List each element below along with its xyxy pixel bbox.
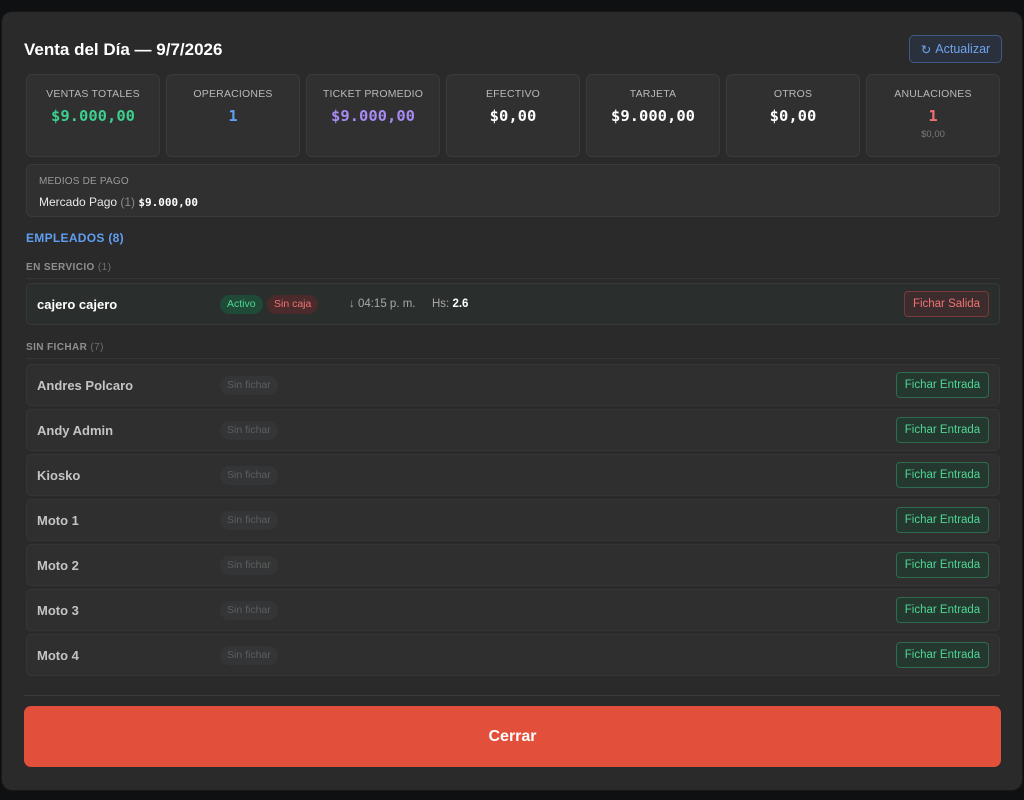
- hours-worked: Hs: 2.6: [432, 298, 468, 310]
- employee-name: Moto 2: [37, 558, 79, 573]
- clock-in-button[interactable]: Fichar Entrada: [896, 552, 989, 578]
- section-divider: [26, 278, 1000, 279]
- stat-total-sales: VENTAS TOTALES $9.000,00: [26, 74, 160, 157]
- stat-label: OPERACIONES: [193, 88, 273, 100]
- close-button[interactable]: Cerrar: [24, 706, 1001, 767]
- employee-row: Moto 2 Sin fichar Fichar Entrada: [26, 544, 1000, 586]
- employee-row: Andy Admin Sin fichar Fichar Entrada: [26, 409, 1000, 451]
- employees-heading: EMPLEADOS (8): [26, 231, 124, 245]
- employee-name: Moto 3: [37, 603, 79, 618]
- modal-header: Venta del Día — 9/7/2026 ↻ Actualizar: [24, 34, 1002, 64]
- stat-label: EFECTIVO: [485, 88, 541, 100]
- in-service-count: (1): [97, 262, 112, 273]
- refresh-label: Actualizar: [935, 42, 991, 56]
- footer-divider: [24, 695, 1000, 696]
- clock-in-button[interactable]: Fichar Entrada: [896, 507, 989, 533]
- clock-out-button[interactable]: Fichar Salida: [904, 291, 989, 317]
- stat-average-ticket: TICKET PROMEDIO $9.000,00: [306, 74, 440, 157]
- clock-in-button[interactable]: Fichar Entrada: [896, 642, 989, 668]
- stat-value: 1: [928, 107, 938, 125]
- clock-in-button[interactable]: Fichar Entrada: [896, 372, 989, 398]
- stat-operations: OPERACIONES 1: [166, 74, 300, 157]
- employee-row: Moto 1 Sin fichar Fichar Entrada: [26, 499, 1000, 541]
- status-badge-active: Activo: [220, 295, 263, 314]
- status-badge-not-clocked: Sin fichar: [220, 511, 278, 530]
- status-badge-not-clocked: Sin fichar: [220, 376, 278, 395]
- clock-in-button[interactable]: Fichar Entrada: [896, 462, 989, 488]
- stat-value: $9.000,00: [611, 107, 695, 125]
- status-badge-not-clocked: Sin fichar: [220, 601, 278, 620]
- stat-label: ANULACIONES: [894, 88, 972, 100]
- employee-name: Kiosko: [37, 468, 81, 483]
- modal-title: Venta del Día — 9/7/2026: [24, 40, 223, 59]
- employee-name: cajero cajero: [37, 297, 118, 312]
- payment-method-line: Mercado Pago (1) $9.000,00: [39, 195, 987, 209]
- payment-method-amount: $9.000,00: [138, 196, 199, 209]
- stats-row: VENTAS TOTALES $9.000,00 OPERACIONES 1 T…: [26, 74, 1000, 169]
- status-badge-not-clocked: Sin fichar: [220, 466, 278, 485]
- daily-sales-modal: Venta del Día — 9/7/2026 ↻ Actualizar VE…: [2, 12, 1022, 790]
- stat-cancellations: ANULACIONES 1 $0,00: [866, 74, 1000, 157]
- payment-method-name: Mercado Pago: [39, 195, 118, 209]
- not-clocked-section-label: SIN FICHAR (7): [26, 342, 104, 353]
- status-badge-not-clocked: Sin fichar: [220, 556, 278, 575]
- clock-in-button[interactable]: Fichar Entrada: [896, 417, 989, 443]
- stat-card: TARJETA $9.000,00: [586, 74, 720, 157]
- stat-others: OTROS $0,00: [726, 74, 860, 157]
- hours-value: 2.6: [452, 298, 469, 310]
- clock-in-button[interactable]: Fichar Entrada: [896, 597, 989, 623]
- stat-value: 1: [228, 107, 238, 125]
- employee-name: Andy Admin: [37, 423, 114, 438]
- employee-row: Moto 3 Sin fichar Fichar Entrada: [26, 589, 1000, 631]
- employee-row-active: cajero cajero Activo Sin caja ↓ 04:15 p.…: [26, 283, 1000, 325]
- stat-cash: EFECTIVO $0,00: [446, 74, 580, 157]
- in-service-section-label: EN SERVICIO (1): [26, 262, 111, 273]
- employee-row: Moto 4 Sin fichar Fichar Entrada: [26, 634, 1000, 676]
- status-badge-not-clocked: Sin fichar: [220, 646, 278, 665]
- employee-row: Andres Polcaro Sin fichar Fichar Entrada: [26, 364, 1000, 406]
- stat-value: $0,00: [489, 107, 537, 125]
- payment-methods-label: MEDIOS DE PAGO: [39, 176, 129, 187]
- employee-name: Moto 4: [37, 648, 79, 663]
- not-clocked-count: (7): [90, 342, 104, 353]
- stat-label: TICKET PROMEDIO: [322, 88, 424, 100]
- payment-methods-panel: MEDIOS DE PAGO Mercado Pago (1) $9.000,0…: [26, 164, 1000, 217]
- stat-subvalue: $0,00: [921, 129, 945, 140]
- stat-label: TARJETA: [629, 88, 677, 100]
- status-badge-no-cash: Sin caja: [267, 295, 319, 314]
- not-clocked-label: SIN FICHAR: [26, 342, 88, 353]
- refresh-icon: ↻: [920, 42, 932, 57]
- employee-name: Andres Polcaro: [37, 378, 134, 393]
- stat-label: OTROS: [773, 88, 813, 100]
- stat-value: $9.000,00: [331, 107, 415, 125]
- clock-in-time: ↓ 04:15 p. m.: [349, 298, 416, 310]
- employee-row: Kiosko Sin fichar Fichar Entrada: [26, 454, 1000, 496]
- stat-value: $0,00: [769, 107, 817, 125]
- hours-label: Hs:: [432, 298, 450, 310]
- section-divider: [26, 358, 1000, 359]
- in-service-label: EN SERVICIO: [26, 262, 95, 273]
- employee-name: Moto 1: [37, 513, 79, 528]
- payment-method-count: (1): [120, 195, 136, 209]
- refresh-button[interactable]: ↻ Actualizar: [909, 35, 1002, 63]
- stat-value: $9.000,00: [51, 107, 135, 125]
- status-badge-not-clocked: Sin fichar: [220, 421, 278, 440]
- stat-label: VENTAS TOTALES: [46, 88, 140, 100]
